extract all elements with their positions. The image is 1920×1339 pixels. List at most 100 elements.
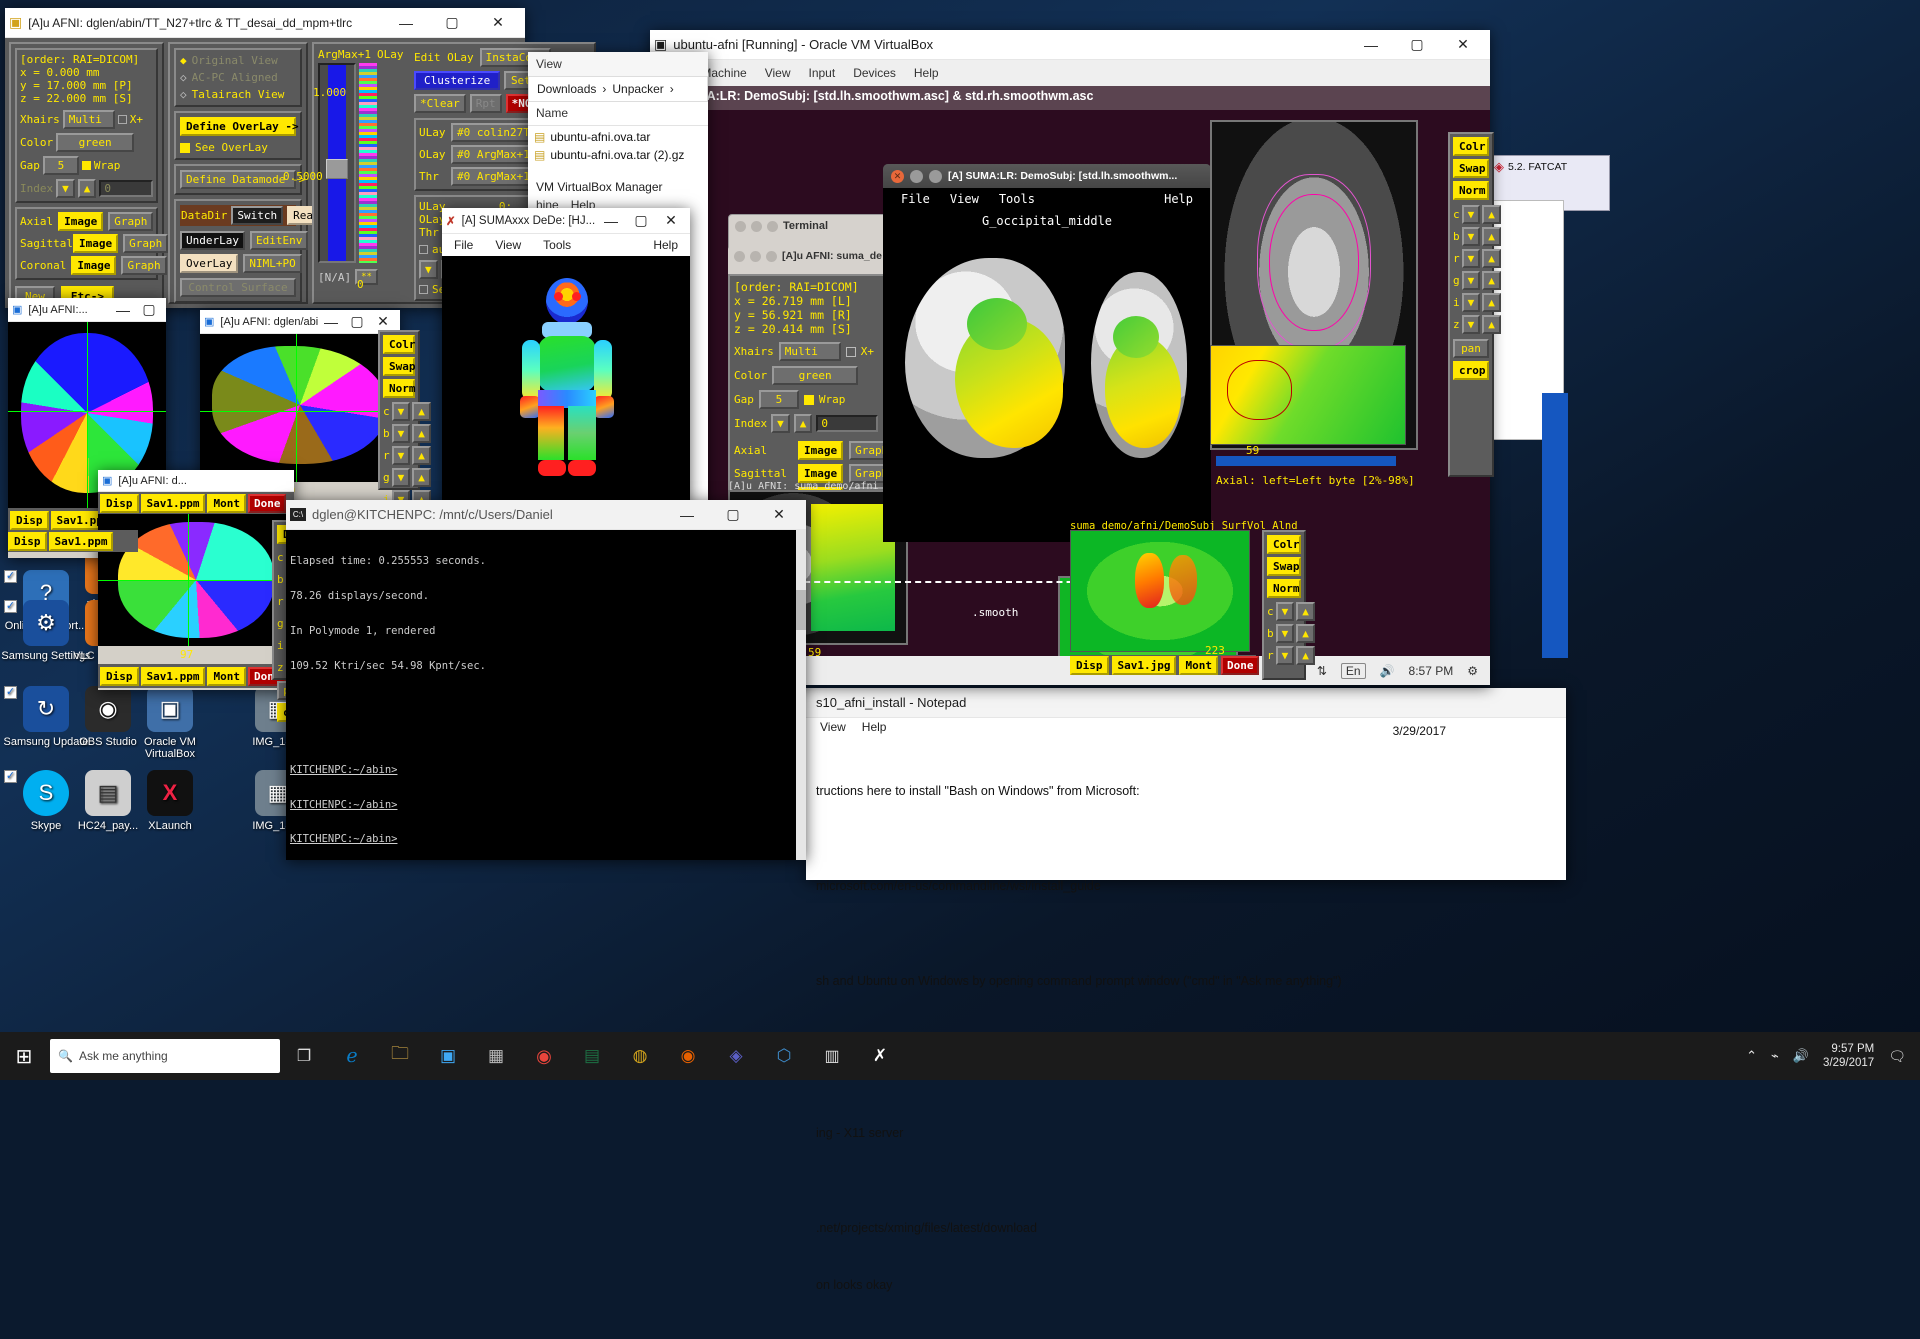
minimize-button[interactable]: — [383,8,429,38]
switch-button[interactable]: Switch [231,206,283,225]
diamond-icon[interactable]: ◇ [180,71,187,84]
taskbar-time[interactable]: 9:57 PM [1823,1042,1874,1056]
suma-menu-file[interactable]: File [454,238,473,252]
afni-right-controls[interactable]: Colr Swap Norm c▼▲ b▼▲ r▼▲ g▼▲ i▼▲ z▼▲ p… [1448,132,1494,477]
vbox-menu-input[interactable]: Input [809,66,836,80]
up-arrow-icon[interactable]: ▲ [412,402,431,421]
afni-demo-controls[interactable]: Colr Swap Norm c▼▲ b▼▲ r▼▲ [1262,530,1306,680]
autorange-down-arrow-icon[interactable]: ▼ [419,260,438,279]
terminal-titlebar[interactable]: C:\ dglen@KITCHENPC: /mnt/c/Users/Daniel… [286,500,806,530]
notepad-menu-help[interactable]: Help [862,720,887,736]
sagittal-image-button[interactable]: Image [73,234,118,253]
suma-canvas[interactable] [442,256,690,506]
down-arrow-icon[interactable]: ▼ [1276,602,1295,621]
maximize-button[interactable]: ▢ [429,8,475,38]
index-up-arrow-icon[interactable]: ▲ [78,179,97,198]
view-talairach[interactable]: Talairach View [192,88,285,101]
down-arrow-icon[interactable]: ▼ [1276,646,1295,665]
afni-axial-bottom-buttons[interactable]: Disp Sav1.ppm [8,530,138,552]
explorer-menubar[interactable]: View [528,52,708,76]
disp-button[interactable]: Disp [100,667,139,686]
coronal-image-button[interactable]: Image [71,256,116,275]
down-arrow-icon[interactable]: ▼ [1462,315,1481,334]
down-arrow-icon[interactable]: ▼ [1462,293,1481,312]
close-dot[interactable]: ✕ [891,170,904,183]
wrap-checkbox[interactable] [804,395,814,405]
close-button[interactable]: ✕ [656,208,686,234]
index-up-arrow-icon[interactable]: ▲ [794,414,813,433]
notepad-taskbar-icon[interactable]: ▥ [808,1032,856,1080]
maximize-button[interactable]: ▢ [344,310,370,334]
suma-vm-menu-file[interactable]: File [901,192,930,206]
nimlpo-button[interactable]: NIML+PO [243,254,301,273]
view-original[interactable]: Original View [192,54,278,67]
breadcrumb-downloads[interactable]: Downloads [537,82,596,96]
calculator-icon[interactable]: ▦ [472,1032,520,1080]
explorer-breadcrumb[interactable]: Downloads › Unpacker › [528,76,708,102]
index-value[interactable]: 0 [99,180,153,197]
maximize-button[interactable]: ▢ [710,500,756,530]
notepad-menu-view[interactable]: View [820,720,846,736]
afni-sagittal-canvas[interactable] [200,334,400,482]
overlay-button[interactable]: OverLay [180,254,238,273]
xhairs-select[interactable]: Multi [63,110,115,129]
afni-left-controls[interactable]: Colr Swap Norm c▼▲ b▼▲ r▼▲ g▼▲ i▼▲ [378,330,420,490]
view-acpc[interactable]: AC-PC Aligned [192,71,278,84]
done-button[interactable]: Done [1221,656,1260,675]
close-button[interactable]: ✕ [756,500,802,530]
save-button[interactable]: Sav1.ppm [141,667,206,686]
xplus-checkbox[interactable] [846,347,856,357]
close-dot[interactable] [734,251,745,262]
norm-button[interactable]: Norm [1453,181,1489,200]
excel-icon[interactable]: ▤ [568,1032,616,1080]
terminal-output[interactable]: Elapsed time: 0.255553 seconds. 78.26 di… [286,530,806,860]
suma-menu-help[interactable]: Help [653,238,678,252]
up-arrow-icon[interactable]: ▲ [412,424,431,443]
task-view-button[interactable]: ❐ [280,1032,328,1080]
afni-coronal-topbuttons[interactable]: Disp Sav1.ppm Mont Done [98,492,294,514]
minimize-button[interactable]: — [110,298,136,322]
gap-select[interactable]: 5 [43,156,79,175]
up-arrow-icon[interactable]: ▲ [1482,205,1501,224]
afni-right-green-viewer[interactable] [1210,345,1406,445]
colr-button[interactable]: Colr [383,335,415,354]
afni-sagittal-titlebar[interactable]: ▣ [A]u AFNI: dglen/abi... — ▢ ✕ [200,310,400,334]
maximize-button[interactable]: ▢ [1394,30,1440,60]
suma-vm-window[interactable]: ✕ [A] SUMA:LR: DemoSubj: [std.lh.smoothw… [883,164,1211,542]
show-hidden-icons[interactable]: ⌃ [1746,1048,1757,1064]
down-arrow-icon[interactable]: ▼ [1462,271,1481,290]
up-arrow-icon[interactable]: ▲ [1482,249,1501,268]
axial-graph-button[interactable]: Graph [108,212,153,231]
up-arrow-icon[interactable]: ▲ [1296,624,1315,643]
up-arrow-icon[interactable]: ▲ [412,468,431,487]
afni-coronal-titlebar[interactable]: ▣ [A]u AFNI: d... [98,470,294,492]
taskbar[interactable]: ⊞ 🔍 Ask me anything ❐ ℯ 🗀 ▣ ▦ ◉ ▤ ◍ ◉ ◈ … [0,1032,1920,1080]
afni-vm-xhairs-select[interactable]: Multi [779,342,841,361]
close-button[interactable]: ✕ [475,8,521,38]
down-arrow-icon[interactable]: ▼ [392,402,411,421]
maximize-dot[interactable] [767,221,778,232]
up-arrow-icon[interactable]: ▲ [1482,315,1501,334]
afni-taskbar-icon[interactable]: ◍ [616,1032,664,1080]
edge-icon[interactable]: ℯ [328,1032,376,1080]
suma-vm-menu-help[interactable]: Help [1164,192,1193,206]
diamond-icon[interactable]: ◇ [180,88,187,101]
down-arrow-icon[interactable]: ▼ [392,468,411,487]
disp-button[interactable]: Disp [100,494,139,513]
afni-vm-axial-image[interactable]: Image [798,441,843,460]
afni-coronal-bottombuttons[interactable]: Disp Sav1.ppm Mont Done Rec [98,664,294,688]
define-datamode-button[interactable]: Define Datamode -> [180,170,296,189]
maximize-button[interactable]: ▢ [626,208,656,234]
vbox-menu-devices[interactable]: Devices [853,66,896,80]
see-tt-checkbox[interactable] [419,285,428,294]
minimize-dot[interactable] [750,251,761,262]
afni-axial-titlebar[interactable]: ▣ [A]u AFNI:... — ▢ [8,298,166,322]
desktop-icon-xlaunch[interactable]: X XLaunch [124,770,216,832]
firefox-icon[interactable]: ◉ [664,1032,712,1080]
chrome-icon[interactable]: ◉ [520,1032,568,1080]
up-arrow-icon[interactable]: ▲ [1296,602,1315,621]
colr-button[interactable]: Colr [1453,137,1489,156]
up-arrow-icon[interactable]: ▲ [412,446,431,465]
file-explorer-icon[interactable]: 🗀 [376,1032,424,1080]
colr-button[interactable]: Colr [1267,535,1301,554]
